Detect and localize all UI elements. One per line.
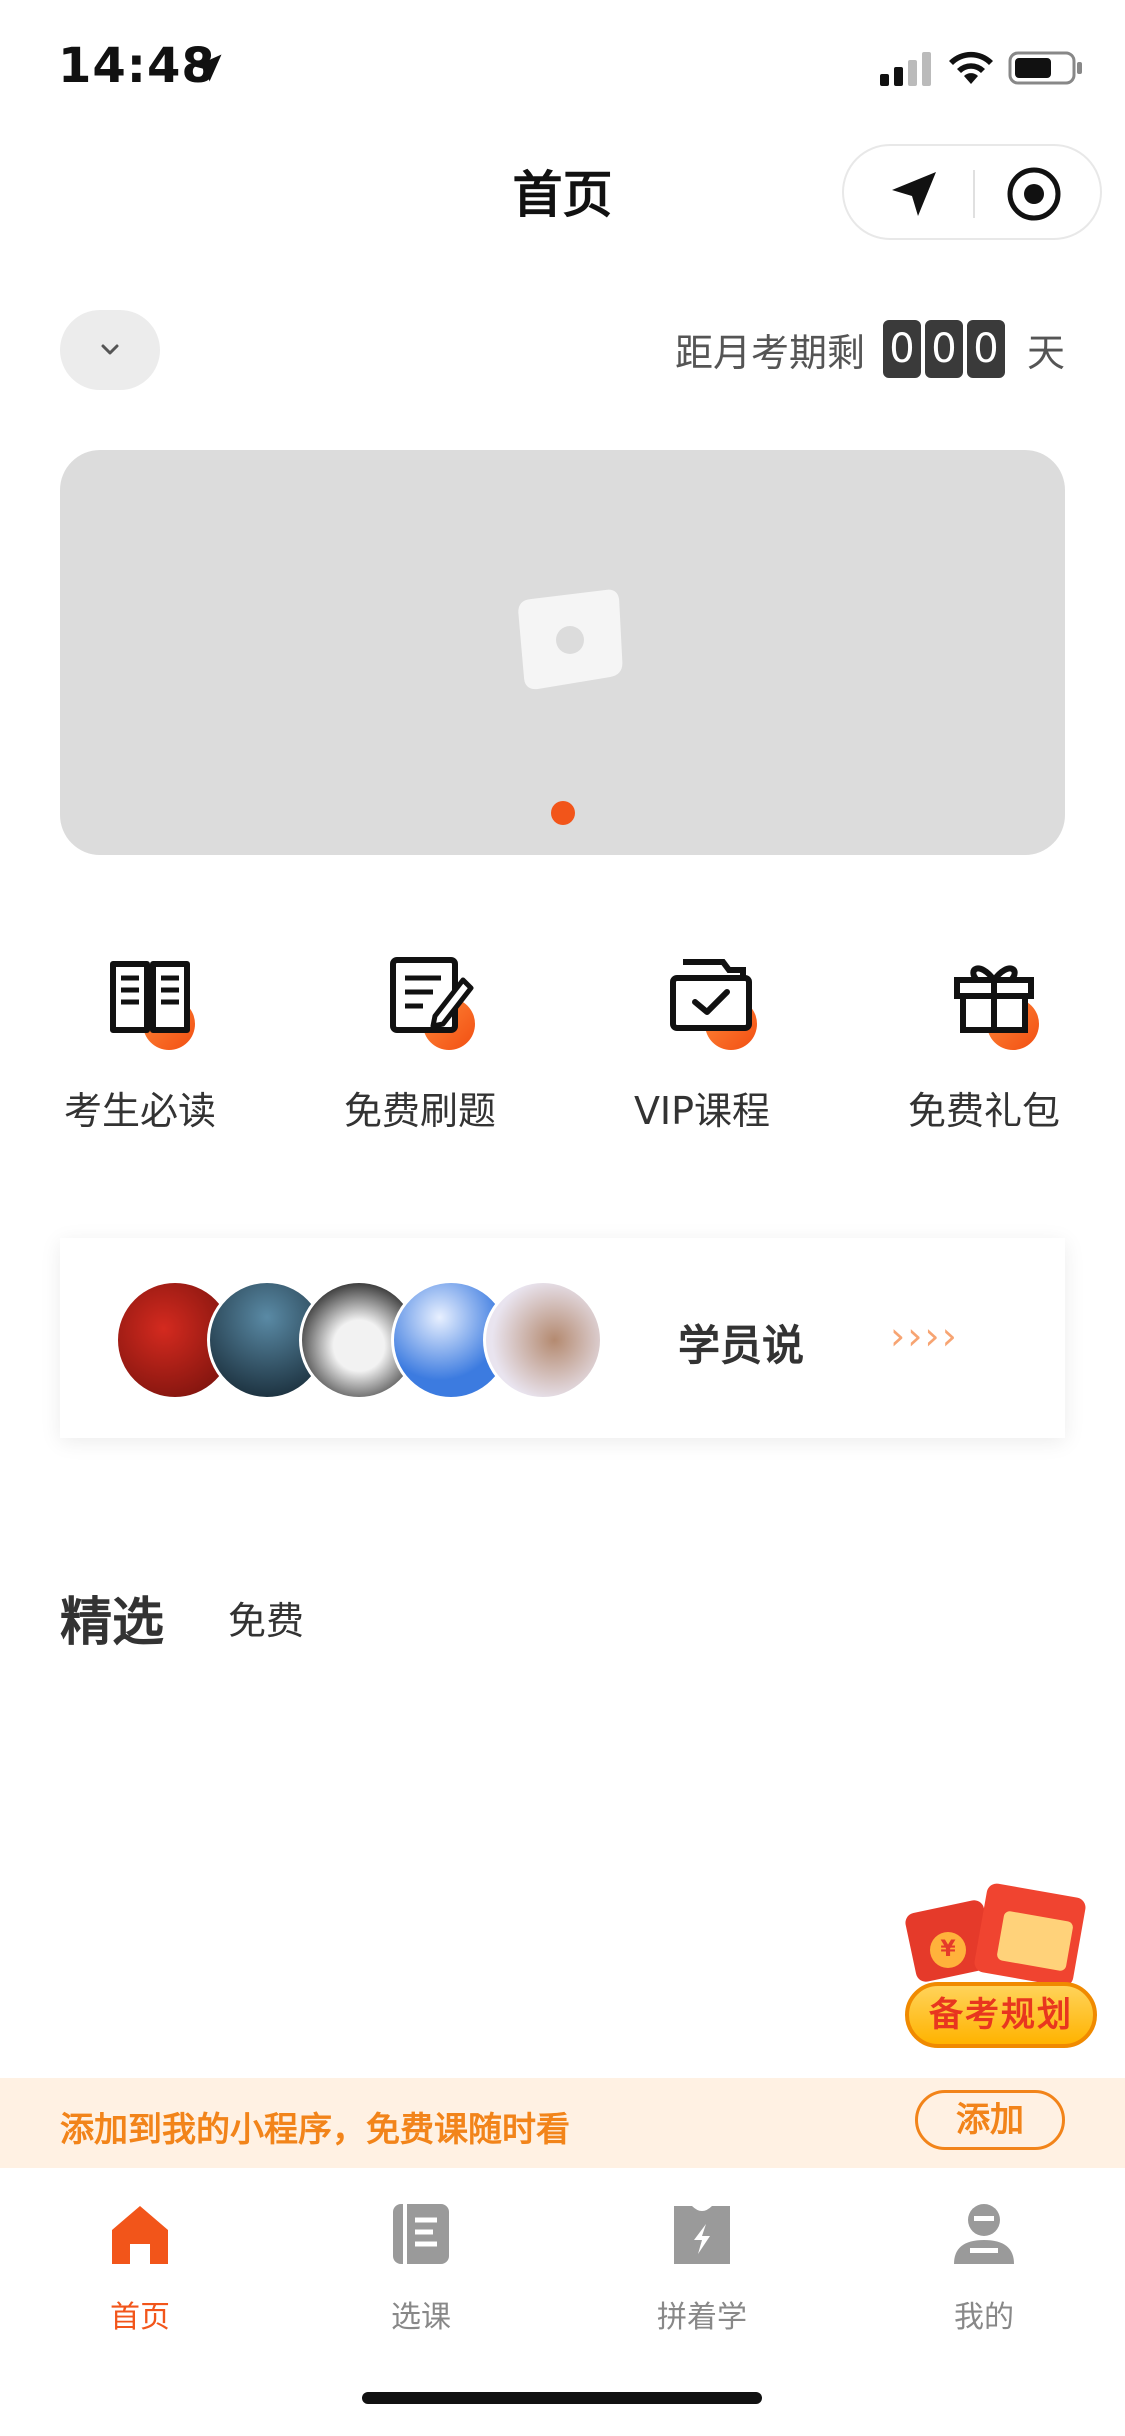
course-list-icon	[393, 2204, 449, 2264]
home-indicator	[362, 2392, 762, 2404]
tab-label: 拼着学	[657, 2300, 747, 2335]
add-bar-text: 添加到我的小程序，免费课随时看	[60, 2110, 570, 2150]
profile-icon	[954, 2204, 1014, 2264]
mini-program-capsule	[842, 144, 1102, 240]
close-target-icon[interactable]	[1004, 164, 1064, 224]
countdown-digit: 0	[882, 320, 921, 378]
folder-check-icon	[667, 950, 767, 1050]
quick-menu-label: 免费礼包	[907, 1089, 1060, 1133]
avatar	[483, 1280, 603, 1400]
countdown-label: 距月考期剩	[674, 330, 865, 375]
student-says-title: 学员说	[678, 1321, 805, 1370]
add-button[interactable]: 添加	[915, 2090, 1065, 2150]
tab-label: 选课	[391, 2300, 451, 2335]
tab-label: 首页	[110, 2300, 170, 2335]
wifi-icon	[949, 51, 993, 84]
quick-menu-label: 考生必读	[63, 1089, 216, 1133]
carousel-indicator-dot	[551, 801, 575, 825]
image-placeholder-icon	[518, 589, 623, 690]
study-plan-label: 备考规划	[905, 1982, 1097, 2048]
countdown-digit: 0	[924, 320, 963, 378]
quick-menu: 考生必读 免费刷题 VIP课程 免费礼包	[0, 950, 1125, 1140]
group-learn-icon	[674, 2206, 730, 2264]
edit-note-icon	[385, 950, 485, 1050]
tab-courses[interactable]: 选课	[321, 2188, 521, 2335]
status-bar: 14:48	[0, 0, 1125, 140]
quick-menu-item-free-gift[interactable]: 免费礼包	[864, 950, 1104, 1140]
quick-menu-label: VIP课程	[633, 1089, 771, 1133]
gift-icon	[949, 950, 1049, 1050]
battery-icon	[1008, 51, 1082, 85]
quick-menu-item-free-practice[interactable]: 免费刷题	[300, 950, 540, 1140]
tab-mine[interactable]: 我的	[884, 2188, 1084, 2335]
student-testimonials-card[interactable]: 学员说 ››››	[60, 1238, 1065, 1438]
tab-group-learn[interactable]: 拼着学	[602, 2188, 802, 2335]
tab-free[interactable]: 免费	[228, 1590, 304, 1645]
countdown-digit: 0	[966, 320, 1005, 378]
exam-selector-dropdown[interactable]	[60, 310, 160, 390]
add-to-my-mini-programs-bar: 添加到我的小程序，免费课随时看 添加	[0, 2078, 1125, 2168]
avatar-group	[115, 1280, 605, 1400]
capsule-divider	[973, 170, 975, 218]
tab-featured[interactable]: 精选	[60, 1580, 164, 1655]
cellular-signal-icon	[880, 52, 931, 86]
location-arrow-icon	[194, 54, 222, 82]
countdown-unit: 天	[1026, 330, 1065, 375]
navigation-arrow-icon[interactable]	[884, 164, 944, 224]
coin-icon: ¥	[930, 1932, 966, 1968]
quick-menu-label: 免费刷题	[343, 1089, 496, 1133]
quick-menu-item-must-read[interactable]: 考生必读	[20, 950, 260, 1140]
chevron-down-icon	[101, 344, 119, 355]
exam-countdown: 距月考期剩 0 0 0 天	[675, 318, 1065, 380]
study-plan-float-button[interactable]: ¥ 备考规划	[900, 1882, 1100, 2055]
chevron-right-icon: ››››	[890, 1314, 959, 1358]
tab-label: 我的	[954, 2300, 1014, 2335]
tab-home[interactable]: 首页	[40, 2188, 240, 2335]
book-icon	[105, 950, 205, 1050]
banner-carousel[interactable]	[60, 450, 1065, 855]
quick-menu-item-vip-course[interactable]: VIP课程	[582, 950, 822, 1140]
home-icon	[112, 2206, 168, 2264]
